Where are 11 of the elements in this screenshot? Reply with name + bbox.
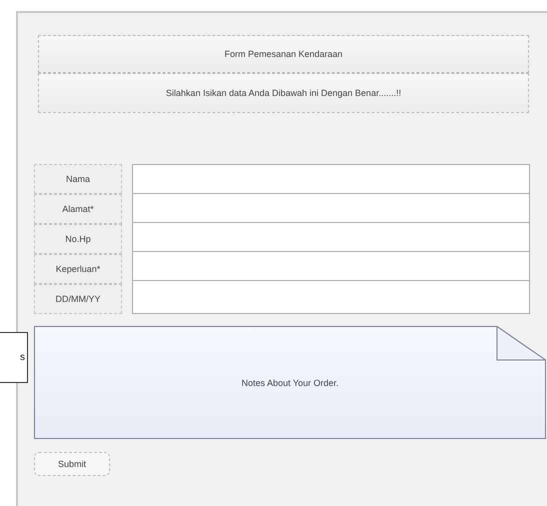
notes-card[interactable]: Notes About Your Order. [34,326,546,439]
form-title: Form Pemesanan Kendaraan [38,35,529,73]
field-label: Nama [34,164,122,194]
field-label: Alamat* [34,194,122,224]
submit-button[interactable]: Submit [34,452,110,476]
form-instruction: Silahkan Isikan data Anda Dibawah ini Dengan Benar.......!! [38,73,529,113]
callout-box: s [0,332,28,383]
field-label: Keperluan* [34,254,122,284]
field-label: No.Hp [34,224,122,254]
field-label: DD/MM/YY [34,284,122,314]
notes-placeholder: Notes About Your Order. [241,378,339,388]
